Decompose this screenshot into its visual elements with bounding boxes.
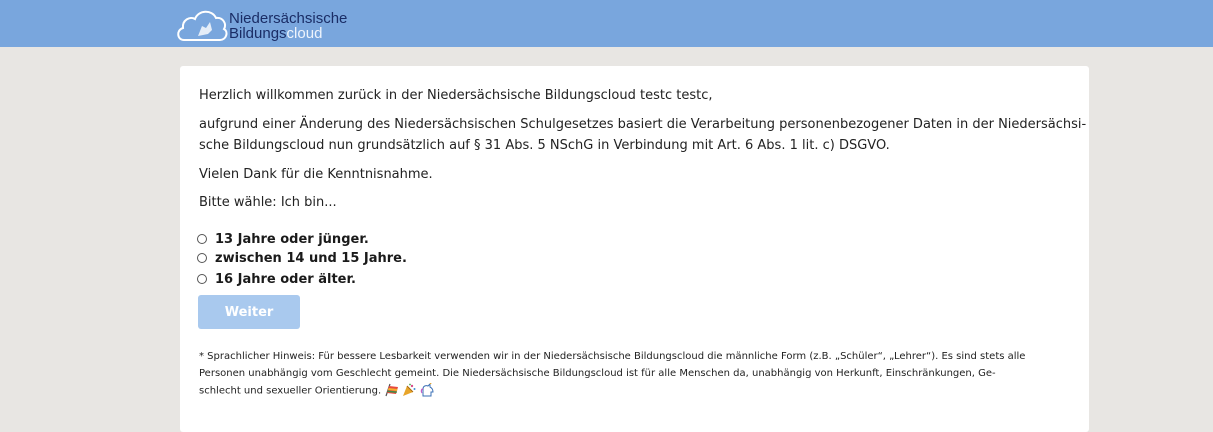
bildungscloud-logo[interactable]: Niedersächsische Bildungscloud — [176, 6, 347, 44]
unicorn-icon — [420, 381, 434, 397]
info-text-line1: aufgrund einer Änderung des Niedersächsi… — [199, 117, 1087, 132]
emoji-group — [385, 381, 435, 399]
thanks-text: Vielen Dank für die Kenntnisnahme. — [199, 167, 433, 182]
rainbow-flag-icon — [385, 383, 399, 397]
consent-card: Herzlich willkommen zurück in der Nieder… — [180, 66, 1089, 432]
language-note-line3-text: schlecht und sexueller Orientierung. — [199, 385, 382, 397]
logo-text-cloud: cloud — [286, 25, 323, 42]
greeting-text: Herzlich willkommen zurück in der Nieder… — [199, 88, 713, 103]
language-note-line3: schlecht und sexueller Orientierung. — [199, 381, 436, 400]
info-text-line2: sche Bildungscloud nun grundsätzlich auf… — [199, 138, 890, 153]
age-option-label[interactable]: 13 Jahre oder jünger. — [215, 232, 369, 247]
age-prompt: Bitte wähle: Ich bin... — [199, 195, 337, 210]
radio-button[interactable] — [197, 253, 207, 263]
age-option-16-or-older[interactable]: 16 Jahre oder älter. — [197, 270, 356, 288]
radio-button[interactable] — [197, 274, 207, 284]
logo-text-bildungs: Bildungs — [229, 25, 287, 42]
age-option-label[interactable]: 16 Jahre oder älter. — [215, 272, 356, 287]
radio-button[interactable] — [197, 234, 207, 244]
top-navigation-bar: Niedersächsische Bildungscloud — [0, 0, 1213, 47]
age-option-label[interactable]: zwischen 14 und 15 Jahre. — [215, 251, 407, 266]
age-option-13-or-younger[interactable]: 13 Jahre oder jünger. — [197, 230, 369, 248]
next-button[interactable]: Weiter — [198, 295, 300, 329]
age-option-14-to-15[interactable]: zwischen 14 und 15 Jahre. — [197, 249, 407, 267]
language-note-line1: * Sprachlicher Hinweis: Für bessere Lesb… — [199, 351, 1026, 362]
cloud-unicorn-logo-icon — [177, 10, 228, 41]
language-note-line2: Personen unabhängig vom Geschlecht gemei… — [199, 368, 996, 379]
party-popper-icon — [403, 383, 416, 396]
logo-text-bottom: Bildungscloud — [229, 26, 322, 42]
